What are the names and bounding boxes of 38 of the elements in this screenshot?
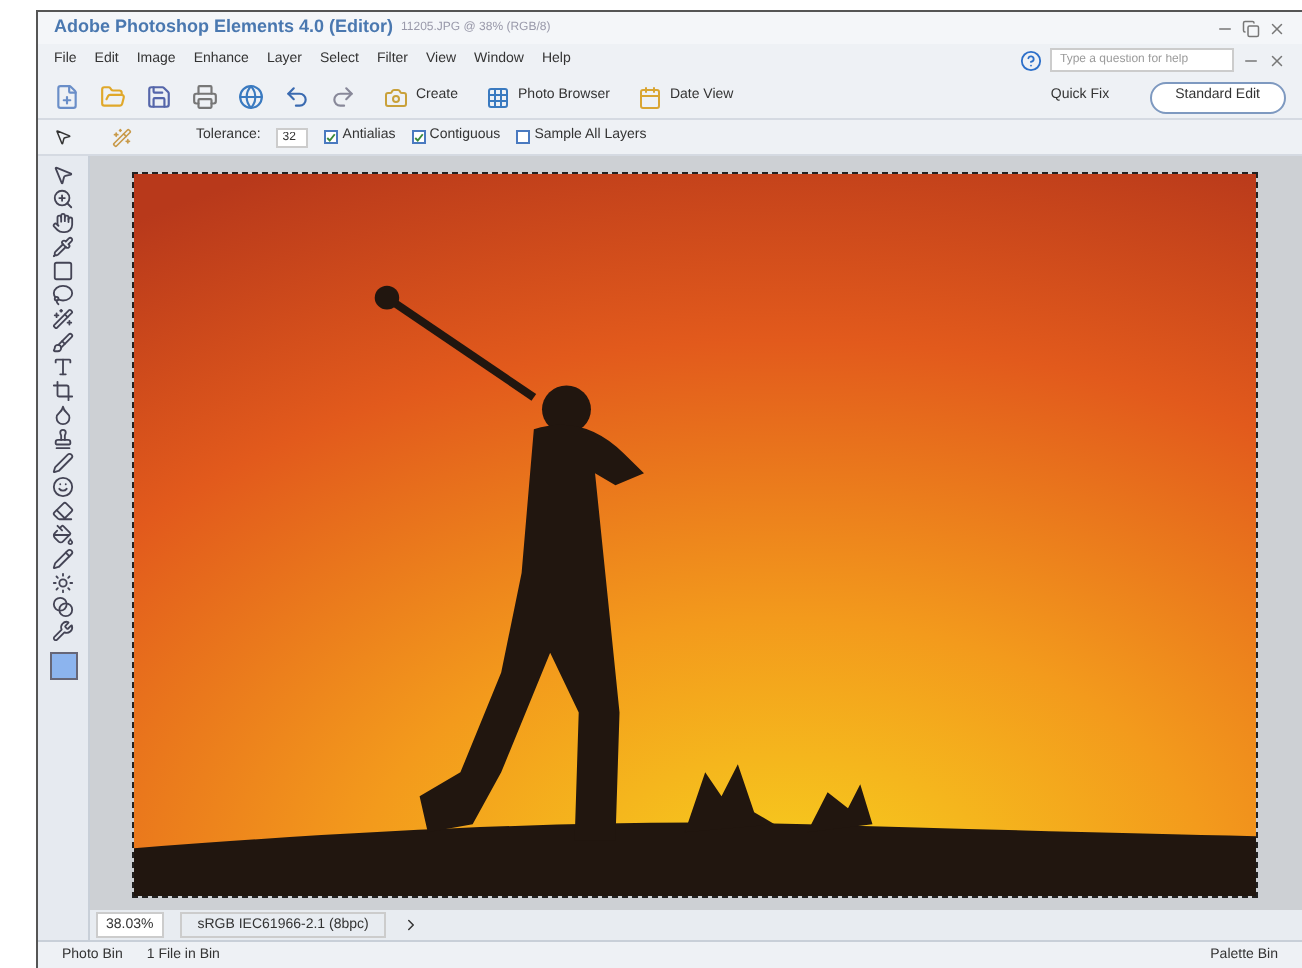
camera-icon — [384, 85, 408, 109]
type-icon[interactable] — [52, 356, 74, 378]
undo-icon[interactable] — [284, 84, 310, 110]
droplet-icon[interactable] — [52, 404, 74, 426]
brush-icon[interactable] — [52, 332, 74, 354]
smile-icon[interactable] — [52, 476, 74, 498]
wrench-icon[interactable] — [52, 620, 74, 642]
lasso-icon[interactable] — [52, 284, 74, 306]
paint-bucket-icon[interactable] — [52, 524, 74, 546]
eyedropper-icon[interactable] — [52, 236, 74, 258]
pencil-icon[interactable] — [52, 548, 74, 570]
close-icon[interactable] — [1268, 51, 1286, 69]
move-icon[interactable] — [52, 164, 74, 186]
marquee-icon[interactable] — [52, 260, 74, 282]
color-swatch[interactable] — [49, 652, 77, 680]
sun-icon[interactable] — [52, 572, 74, 594]
checkbox[interactable] — [516, 130, 531, 144]
checkbox[interactable] — [324, 130, 339, 144]
checkbox[interactable] — [411, 130, 426, 144]
eraser-icon[interactable] — [52, 500, 74, 522]
move-icon[interactable] — [54, 128, 72, 146]
window-title: Adobe Photoshop Elements 4.0 (Editor) — [54, 14, 394, 41]
crop-icon[interactable] — [52, 380, 74, 402]
help-icon[interactable] — [1020, 49, 1042, 71]
zoom-icon[interactable] — [52, 188, 74, 210]
hand-icon[interactable] — [52, 212, 74, 234]
printer-icon[interactable] — [192, 84, 218, 110]
new-file-icon[interactable] — [54, 84, 80, 110]
redo-icon[interactable] — [330, 84, 356, 110]
magic-wand-icon[interactable] — [52, 308, 74, 330]
calendar-icon — [637, 85, 662, 109]
close-icon[interactable] — [1268, 19, 1286, 37]
restore-icon[interactable] — [1242, 19, 1260, 37]
save-icon[interactable] — [146, 84, 172, 110]
grid-icon — [486, 85, 511, 109]
globe-icon[interactable] — [238, 84, 264, 110]
pen-icon[interactable] — [52, 452, 74, 474]
stamp-icon[interactable] — [52, 428, 74, 450]
